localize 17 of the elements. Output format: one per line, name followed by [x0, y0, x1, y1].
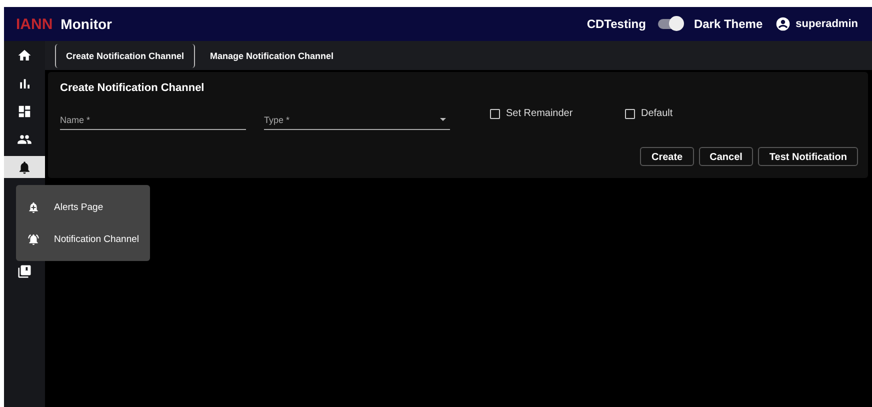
- tab[interactable]: Create Notification Channel: [55, 44, 196, 68]
- logo: IANN: [16, 16, 53, 32]
- name-field[interactable]: Name *: [60, 113, 246, 130]
- form-button[interactable]: Cancel: [698, 147, 754, 166]
- environment-label: CDTesting: [586, 17, 646, 31]
- menu-item[interactable]: Alerts Page: [16, 191, 150, 223]
- tab[interactable]: Manage Notification Channel: [199, 44, 345, 68]
- app-title: Monitor: [60, 16, 112, 32]
- form-button[interactable]: Create: [640, 147, 694, 166]
- form-title: Create Notification Channel: [60, 82, 206, 94]
- username: superadmin: [796, 18, 858, 30]
- type-select[interactable]: Type *: [264, 113, 450, 130]
- toggle-label: Dark Theme: [694, 17, 763, 31]
- menu-item[interactable]: Notification Channel: [16, 223, 150, 255]
- form-button[interactable]: Test Notification: [758, 147, 858, 166]
- checkbox-label: Set Remainder: [506, 108, 573, 119]
- checkbox-label: Default: [641, 108, 673, 119]
